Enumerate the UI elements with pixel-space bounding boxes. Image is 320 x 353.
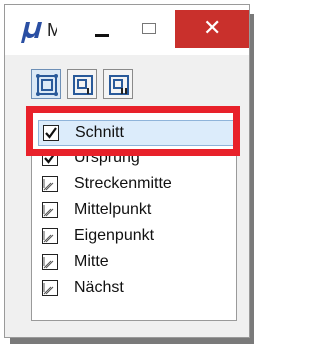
list-item-naechst[interactable]: Nächst <box>38 276 234 302</box>
list-item-label: Nächst <box>74 279 124 296</box>
minimize-button[interactable] <box>85 15 121 45</box>
window-title: M <box>47 20 57 40</box>
unchecked-checkbox-icon <box>42 228 58 244</box>
snap-mode-window: M ✕ Schnitt Ursprung Streckenmitte Mitte… <box>4 4 250 338</box>
list-item-mitte[interactable]: Mitte <box>38 250 234 276</box>
title-bar[interactable]: M ✕ <box>5 5 249 55</box>
list-item-eigenpunkt[interactable]: Eigenpunkt <box>38 224 234 250</box>
close-icon: ✕ <box>203 16 222 41</box>
list-item-label: Eigenpunkt <box>74 227 155 244</box>
microstation-mu-icon <box>21 22 42 43</box>
snap-mode-icon-2 <box>73 75 93 95</box>
list-item-streckenmitte[interactable]: Streckenmitte <box>38 172 234 198</box>
unchecked-checkbox-icon <box>42 280 58 296</box>
unchecked-checkbox-icon <box>42 202 58 218</box>
annotation-highlight-box <box>26 106 240 156</box>
unchecked-checkbox-icon <box>42 176 58 192</box>
snap-mode-button-2[interactable] <box>67 69 97 99</box>
snap-mode-icon-1 <box>36 74 58 96</box>
snap-mode-button-3[interactable] <box>103 69 133 99</box>
close-button[interactable]: ✕ <box>175 10 249 48</box>
unchecked-checkbox-icon <box>42 254 58 270</box>
snap-toolbar <box>31 69 139 101</box>
snap-panel: Schnitt Ursprung Streckenmitte Mittelpun… <box>21 65 243 321</box>
snap-mode-button-1[interactable] <box>31 69 61 99</box>
list-item-label: Streckenmitte <box>74 175 172 192</box>
snap-mode-icon-3 <box>109 75 129 95</box>
maximize-button[interactable] <box>133 15 169 45</box>
list-item-label: Mittelpunkt <box>74 201 152 218</box>
list-item-mittelpunkt[interactable]: Mittelpunkt <box>38 198 234 224</box>
list-item-label: Mitte <box>74 253 109 270</box>
